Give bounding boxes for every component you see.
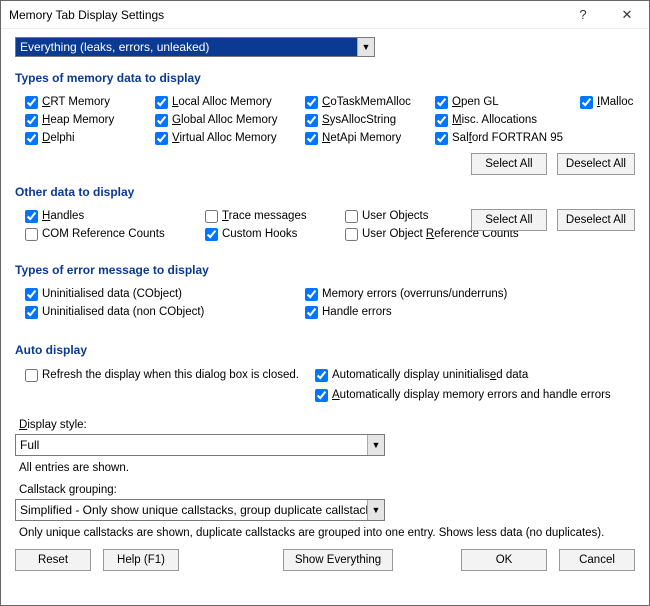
help-button[interactable]: Help (F1) — [103, 549, 179, 571]
cb-heap-memory[interactable]: Heap Memory — [25, 111, 155, 129]
cb-crt-memory[interactable]: CRT Memory — [25, 93, 155, 111]
cb-handles[interactable]: Handles — [25, 207, 205, 225]
filter-combo[interactable]: Everything (leaks, errors, unleaked) ▼ — [15, 37, 375, 57]
section-other-title: Other data to display — [15, 185, 635, 199]
memory-deselect-all-button[interactable]: Deselect All — [557, 153, 635, 175]
show-everything-button[interactable]: Show Everything — [283, 549, 393, 571]
chevron-down-icon[interactable]: ▼ — [367, 500, 384, 520]
cb-opengl[interactable]: Open GL — [435, 93, 580, 111]
display-style-help: All entries are shown. — [19, 462, 635, 474]
filter-combo-value: Everything (leaks, errors, unleaked) — [20, 40, 209, 54]
cb-netapi[interactable]: NetApi Memory — [305, 129, 435, 147]
close-icon[interactable]: ✕ — [605, 1, 649, 29]
cb-refresh-on-close[interactable]: Refresh the display when this dialog box… — [25, 365, 315, 385]
cb-global-alloc[interactable]: Global Alloc Memory — [155, 111, 305, 129]
cb-local-alloc[interactable]: Local Alloc Memory — [155, 93, 305, 111]
help-icon[interactable]: ? — [561, 1, 605, 29]
memory-types-grid: CRT Memory Local Alloc Memory CoTaskMemA… — [25, 93, 635, 147]
section-errors-title: Types of error message to display — [15, 263, 635, 277]
chevron-down-icon[interactable]: ▼ — [367, 435, 384, 455]
cb-uninit-non-cobject[interactable]: Uninitialised data (non CObject) — [25, 303, 305, 321]
cb-memory-errors[interactable]: Memory errors (overruns/underruns) — [305, 285, 585, 303]
cb-com-reference-counts[interactable]: COM Reference Counts — [25, 225, 205, 243]
callstack-grouping-help: Only unique callstacks are shown, duplic… — [19, 527, 635, 539]
memory-select-all-button[interactable]: Select All — [471, 153, 547, 175]
cb-misc-alloc[interactable]: Misc. Allocations — [435, 111, 580, 129]
ok-button[interactable]: OK — [461, 549, 547, 571]
cb-auto-display-uninit[interactable]: Automatically display uninitialised data — [315, 365, 635, 385]
section-auto-title: Auto display — [15, 343, 635, 357]
display-style-combo[interactable]: Full ▼ — [15, 434, 385, 456]
title-bar: Memory Tab Display Settings ? ✕ — [1, 1, 649, 29]
callstack-grouping-label: Callstack grouping: — [19, 484, 635, 496]
reset-button[interactable]: Reset — [15, 549, 91, 571]
error-types-grid: Uninitialised data (CObject) Memory erro… — [25, 285, 635, 321]
display-style-label: Display style: — [19, 419, 635, 431]
cb-uninit-cobject[interactable]: Uninitialised data (CObject) — [25, 285, 305, 303]
callstack-grouping-combo[interactable]: Simplified - Only show unique callstacks… — [15, 499, 385, 521]
cb-custom-hooks[interactable]: Custom Hooks — [205, 225, 345, 243]
section-memory-title: Types of memory data to display — [15, 71, 635, 85]
chevron-down-icon[interactable]: ▼ — [357, 38, 374, 56]
window-title: Memory Tab Display Settings — [9, 8, 561, 22]
callstack-grouping-value: Simplified - Only show unique callstacks… — [20, 503, 378, 517]
cb-handle-errors[interactable]: Handle errors — [305, 303, 585, 321]
cb-virtual-alloc[interactable]: Virtual Alloc Memory — [155, 129, 305, 147]
other-deselect-all-button[interactable]: Deselect All — [557, 209, 635, 231]
cb-delphi[interactable]: Delphi — [25, 129, 155, 147]
cb-auto-display-memerr[interactable]: Automatically display memory errors and … — [315, 385, 635, 405]
footer-buttons: Reset Help (F1) Show Everything OK Cance… — [15, 549, 635, 571]
other-select-all-button[interactable]: Select All — [471, 209, 547, 231]
cb-cotaskmem[interactable]: CoTaskMemAlloc — [305, 93, 435, 111]
cb-sysalloc[interactable]: SysAllocString — [305, 111, 435, 129]
cb-salford[interactable]: Salford FORTRAN 95 — [435, 129, 580, 147]
display-style-value: Full — [20, 438, 39, 452]
auto-display-grid: Refresh the display when this dialog box… — [25, 365, 635, 405]
cancel-button[interactable]: Cancel — [559, 549, 635, 571]
cb-trace-messages[interactable]: Trace messages — [205, 207, 345, 225]
dialog-content: Everything (leaks, errors, unleaked) ▼ T… — [1, 29, 649, 579]
cb-imalloc[interactable]: IMalloc — [580, 93, 650, 111]
